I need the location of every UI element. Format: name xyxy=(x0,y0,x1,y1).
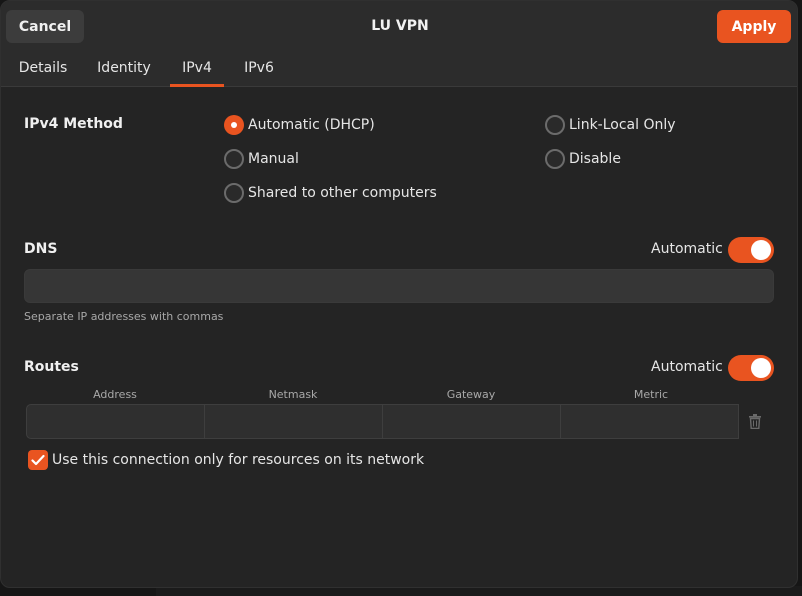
routes-automatic-switch[interactable] xyxy=(728,355,774,381)
tab-bar: Details Identity IPv4 IPv6 xyxy=(1,53,797,87)
radio-link-local-only[interactable]: Link-Local Only xyxy=(545,114,676,136)
column-header-address: Address xyxy=(93,388,137,401)
route-address-input[interactable] xyxy=(26,404,205,439)
radio-disable[interactable]: Disable xyxy=(545,148,621,170)
radio-label: Manual xyxy=(248,151,299,167)
checkbox-box xyxy=(28,450,48,470)
radio-label: Disable xyxy=(569,151,621,167)
only-local-resources-checkbox[interactable]: Use this connection only for resources o… xyxy=(28,450,424,470)
routes-automatic-label: Automatic xyxy=(651,359,723,375)
route-metric-input[interactable] xyxy=(560,404,739,439)
dns-hint: Separate IP addresses with commas xyxy=(24,310,224,323)
radio-checked-icon xyxy=(224,115,244,135)
dns-automatic-switch[interactable] xyxy=(728,237,774,263)
vpn-settings-dialog: Cancel LU VPN Apply Details Identity IPv… xyxy=(0,0,798,588)
column-header-gateway: Gateway xyxy=(446,388,496,401)
radio-manual[interactable]: Manual xyxy=(224,148,299,170)
delete-route-button[interactable] xyxy=(738,404,772,439)
apply-button[interactable]: Apply xyxy=(717,10,791,43)
column-header-metric: Metric xyxy=(633,388,669,401)
dns-label: DNS xyxy=(24,241,58,257)
dialog-header: Cancel LU VPN Apply Details Identity IPv… xyxy=(1,1,797,87)
radio-label: Shared to other computers xyxy=(248,185,437,201)
routes-label: Routes xyxy=(24,359,79,375)
route-row xyxy=(26,404,772,439)
route-netmask-input[interactable] xyxy=(204,404,383,439)
radio-unchecked-icon xyxy=(545,115,565,135)
dns-automatic-label: Automatic xyxy=(651,241,723,257)
checkbox-label: Use this connection only for resources o… xyxy=(52,452,425,468)
route-gateway-input[interactable] xyxy=(382,404,561,439)
column-header-netmask: Netmask xyxy=(268,388,318,401)
radio-label: Link-Local Only xyxy=(569,117,676,133)
tab-ipv4[interactable]: IPv4 xyxy=(170,53,224,87)
radio-automatic-dhcp[interactable]: Automatic (DHCP) xyxy=(224,114,375,136)
dns-input[interactable] xyxy=(24,269,774,303)
checkmark-icon xyxy=(31,454,45,466)
radio-unchecked-icon xyxy=(224,149,244,169)
tab-ipv6[interactable]: IPv6 xyxy=(235,53,283,87)
radio-unchecked-icon xyxy=(545,149,565,169)
radio-shared[interactable]: Shared to other computers xyxy=(224,182,437,204)
trash-icon xyxy=(749,414,761,429)
radio-unchecked-icon xyxy=(224,183,244,203)
tab-identity[interactable]: Identity xyxy=(88,53,160,87)
radio-label: Automatic (DHCP) xyxy=(248,117,375,133)
tab-details[interactable]: Details xyxy=(10,53,76,87)
ipv4-method-label: IPv4 Method xyxy=(24,116,123,132)
dialog-title: LU VPN xyxy=(371,18,429,34)
